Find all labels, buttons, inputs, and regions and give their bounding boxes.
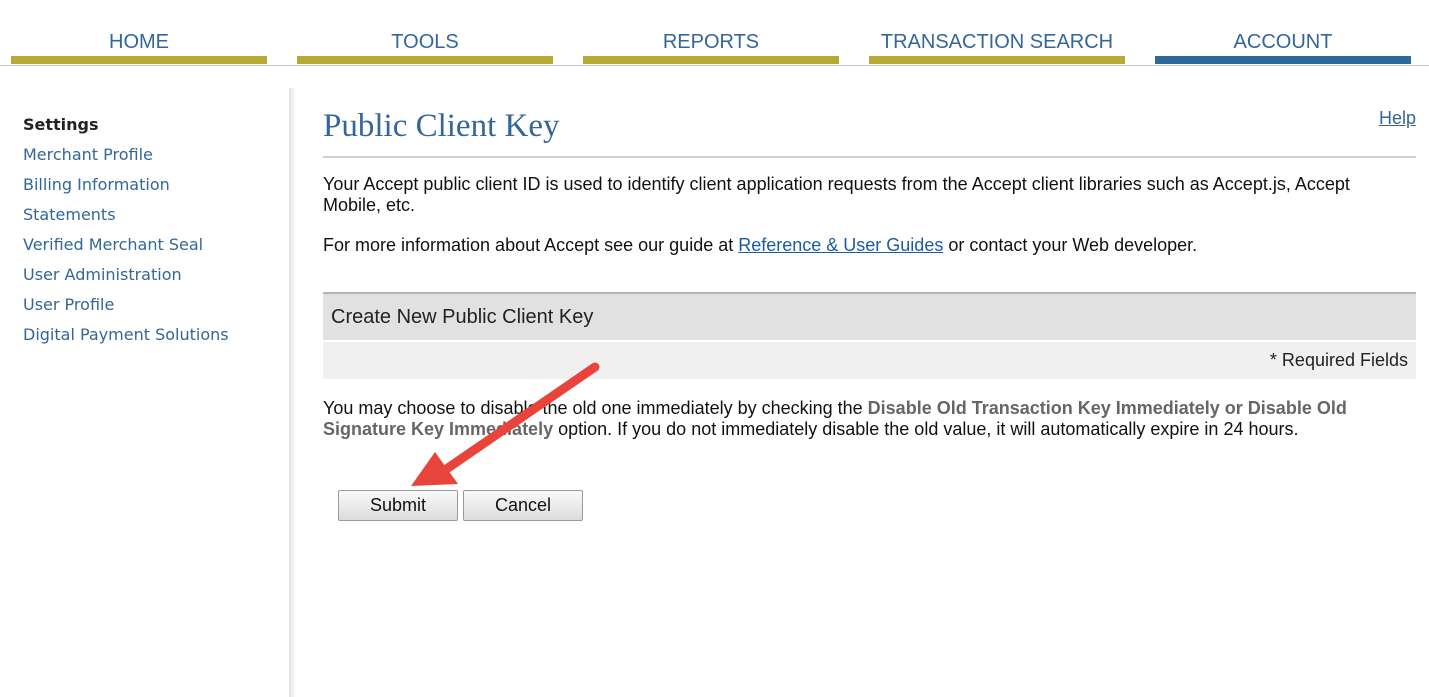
section-header: Create New Public Client Key — [323, 292, 1416, 340]
top-navigation: HOME TOOLS REPORTS TRANSACTION SEARCH AC… — [0, 0, 1429, 66]
sidebar-item-billing-information[interactable]: Billing Information — [23, 175, 229, 205]
sidebar-item-merchant-profile[interactable]: Merchant Profile — [23, 145, 229, 175]
cancel-button[interactable]: Cancel — [463, 490, 583, 521]
sidebar-item-verified-merchant-seal[interactable]: Verified Merchant Seal — [23, 235, 229, 265]
required-fields-note: * Required Fields — [1269, 350, 1408, 370]
page-title: Public Client Key — [323, 108, 560, 144]
nav-tab-tools[interactable]: TOOLS — [297, 0, 553, 64]
more-info-text: For more information about Accept see ou… — [323, 235, 1197, 256]
nav-tab-home[interactable]: HOME — [11, 0, 267, 64]
nav-tab-underline — [1155, 56, 1411, 64]
sidebar-item-user-profile[interactable]: User Profile — [23, 295, 229, 325]
nav-tab-reports[interactable]: REPORTS — [583, 0, 839, 64]
nav-tab-underline — [869, 56, 1125, 64]
main-content: Public Client Key Help Your Accept publi… — [323, 88, 1416, 688]
nav-tab-label: TOOLS — [391, 31, 459, 53]
nav-tab-label: HOME — [109, 31, 169, 53]
more-info-suffix: or contact your Web developer. — [943, 235, 1198, 255]
nav-tab-label: ACCOUNT — [1233, 31, 1333, 53]
more-info-prefix: For more information about Accept see ou… — [323, 235, 739, 255]
disable-old-key-note: You may choose to disable the old one im… — [323, 398, 1403, 440]
intro-text: Your Accept public client ID is used to … — [323, 174, 1350, 215]
sidebar-heading: Settings — [23, 115, 99, 134]
required-fields-bar: * Required Fields — [323, 342, 1416, 379]
sidebar-item-digital-payment-solutions[interactable]: Digital Payment Solutions — [23, 325, 229, 355]
nav-tab-account[interactable]: ACCOUNT — [1155, 0, 1411, 64]
app-root: HOME TOOLS REPORTS TRANSACTION SEARCH AC… — [0, 0, 1429, 697]
title-divider — [323, 156, 1416, 158]
section-title: Create New Public Client Key — [331, 306, 594, 328]
sidebar-menu: Merchant Profile Billing Information Sta… — [23, 145, 229, 355]
note-prefix: You may choose to disable the old one im… — [323, 398, 868, 418]
nav-tab-label: TRANSACTION SEARCH — [880, 31, 1114, 53]
nav-tab-underline — [11, 56, 267, 64]
nav-tab-transaction-search[interactable]: TRANSACTION SEARCH — [869, 0, 1125, 64]
nav-tab-underline — [297, 56, 553, 64]
sidebar-item-statements[interactable]: Statements — [23, 205, 229, 235]
nav-tab-label: REPORTS — [662, 31, 760, 53]
sidebar-divider — [289, 88, 296, 697]
sidebar: Settings Merchant Profile Billing Inform… — [0, 88, 289, 697]
help-link[interactable]: Help — [1379, 108, 1416, 129]
nav-tab-underline — [583, 56, 839, 64]
submit-button[interactable]: Submit — [338, 490, 458, 521]
reference-guides-link[interactable]: Reference & User Guides — [738, 235, 943, 255]
sidebar-item-user-administration[interactable]: User Administration — [23, 265, 229, 295]
note-suffix: option. If you do not immediately disabl… — [553, 419, 1299, 439]
